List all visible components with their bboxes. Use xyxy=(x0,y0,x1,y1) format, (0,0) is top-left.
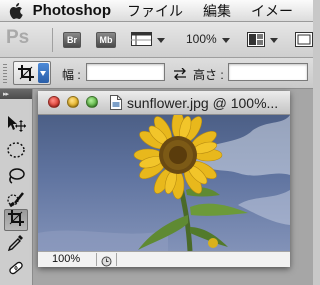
launch-mini-bridge-button[interactable]: Mb xyxy=(96,32,116,48)
marquee-tool[interactable] xyxy=(4,141,28,163)
status-divider-2 xyxy=(116,253,117,266)
document-window[interactable]: sunflower.jpg @ 100%... 100% xyxy=(38,91,290,267)
crop-tool[interactable] xyxy=(4,209,28,231)
menu-edit[interactable]: 編集 xyxy=(203,1,231,21)
view-extras-icon[interactable] xyxy=(131,32,153,52)
width-label: 幅 : xyxy=(62,68,81,82)
document-file-icon xyxy=(110,95,122,115)
arrange-documents-icon[interactable] xyxy=(247,32,265,52)
tool-preset-picker[interactable] xyxy=(13,61,51,85)
apple-icon[interactable] xyxy=(0,2,33,19)
document-status-bar: 100% xyxy=(38,251,290,267)
sunflower-photo xyxy=(38,115,290,251)
swap-arrows-icon[interactable] xyxy=(173,67,187,85)
document-title-bar[interactable]: sunflower.jpg @ 100%... xyxy=(38,91,290,115)
lasso-tool[interactable] xyxy=(4,167,28,189)
healing-brush-tool[interactable] xyxy=(4,259,28,281)
elliptical-marquee-icon xyxy=(6,141,26,164)
menu-image[interactable]: イメー xyxy=(251,1,293,21)
zoom-dropdown-icon[interactable] xyxy=(222,38,230,43)
status-divider xyxy=(96,253,97,266)
eyedropper-icon xyxy=(6,234,26,257)
lasso-icon xyxy=(6,167,26,190)
arrange-dropdown-icon[interactable] xyxy=(270,38,278,43)
width-field[interactable] xyxy=(86,63,165,81)
zoom-level-select[interactable]: 100% xyxy=(186,32,217,46)
image-canvas[interactable] xyxy=(38,115,290,251)
menu-app-name[interactable]: Photoshop xyxy=(33,2,111,19)
move-tool[interactable] xyxy=(4,115,28,137)
application-bar: Ps Br Mb 100% xyxy=(0,22,313,58)
view-extras-dropdown-icon[interactable] xyxy=(157,38,165,43)
collapse-panel-icon[interactable]: ▸▸ xyxy=(3,90,9,98)
eyedropper-tool[interactable] xyxy=(4,234,28,256)
zoom-window-button[interactable] xyxy=(86,96,98,108)
document-title: sunflower.jpg @ 100%... xyxy=(127,95,279,111)
close-window-button[interactable] xyxy=(48,96,60,108)
crop-icon xyxy=(18,65,34,86)
screen-mode-icon[interactable] xyxy=(295,32,313,52)
launch-bridge-button[interactable]: Br xyxy=(63,32,81,48)
height-field[interactable] xyxy=(228,63,308,81)
preset-dropdown-button[interactable] xyxy=(38,63,49,83)
ps-logo: Ps xyxy=(6,27,30,48)
minimize-window-button[interactable] xyxy=(67,96,79,108)
options-bar: 幅 : 高さ : xyxy=(0,58,313,89)
options-grip[interactable] xyxy=(3,64,7,84)
move-icon xyxy=(6,115,26,138)
chevron-down-icon xyxy=(40,71,46,76)
tools-panel-header[interactable]: ▸▸ xyxy=(0,89,32,99)
menu-bar: Photoshop ファイル 編集 イメー xyxy=(0,0,313,22)
healing-brush-icon xyxy=(6,259,26,282)
appbar-separator xyxy=(52,28,53,52)
height-label: 高さ : xyxy=(193,68,224,82)
tools-panel: ▸▸ xyxy=(0,89,33,285)
status-info-icon[interactable] xyxy=(101,254,112,267)
menu-file[interactable]: ファイル xyxy=(127,1,183,21)
status-zoom-level[interactable]: 100% xyxy=(52,253,80,265)
crop-icon xyxy=(8,209,24,231)
